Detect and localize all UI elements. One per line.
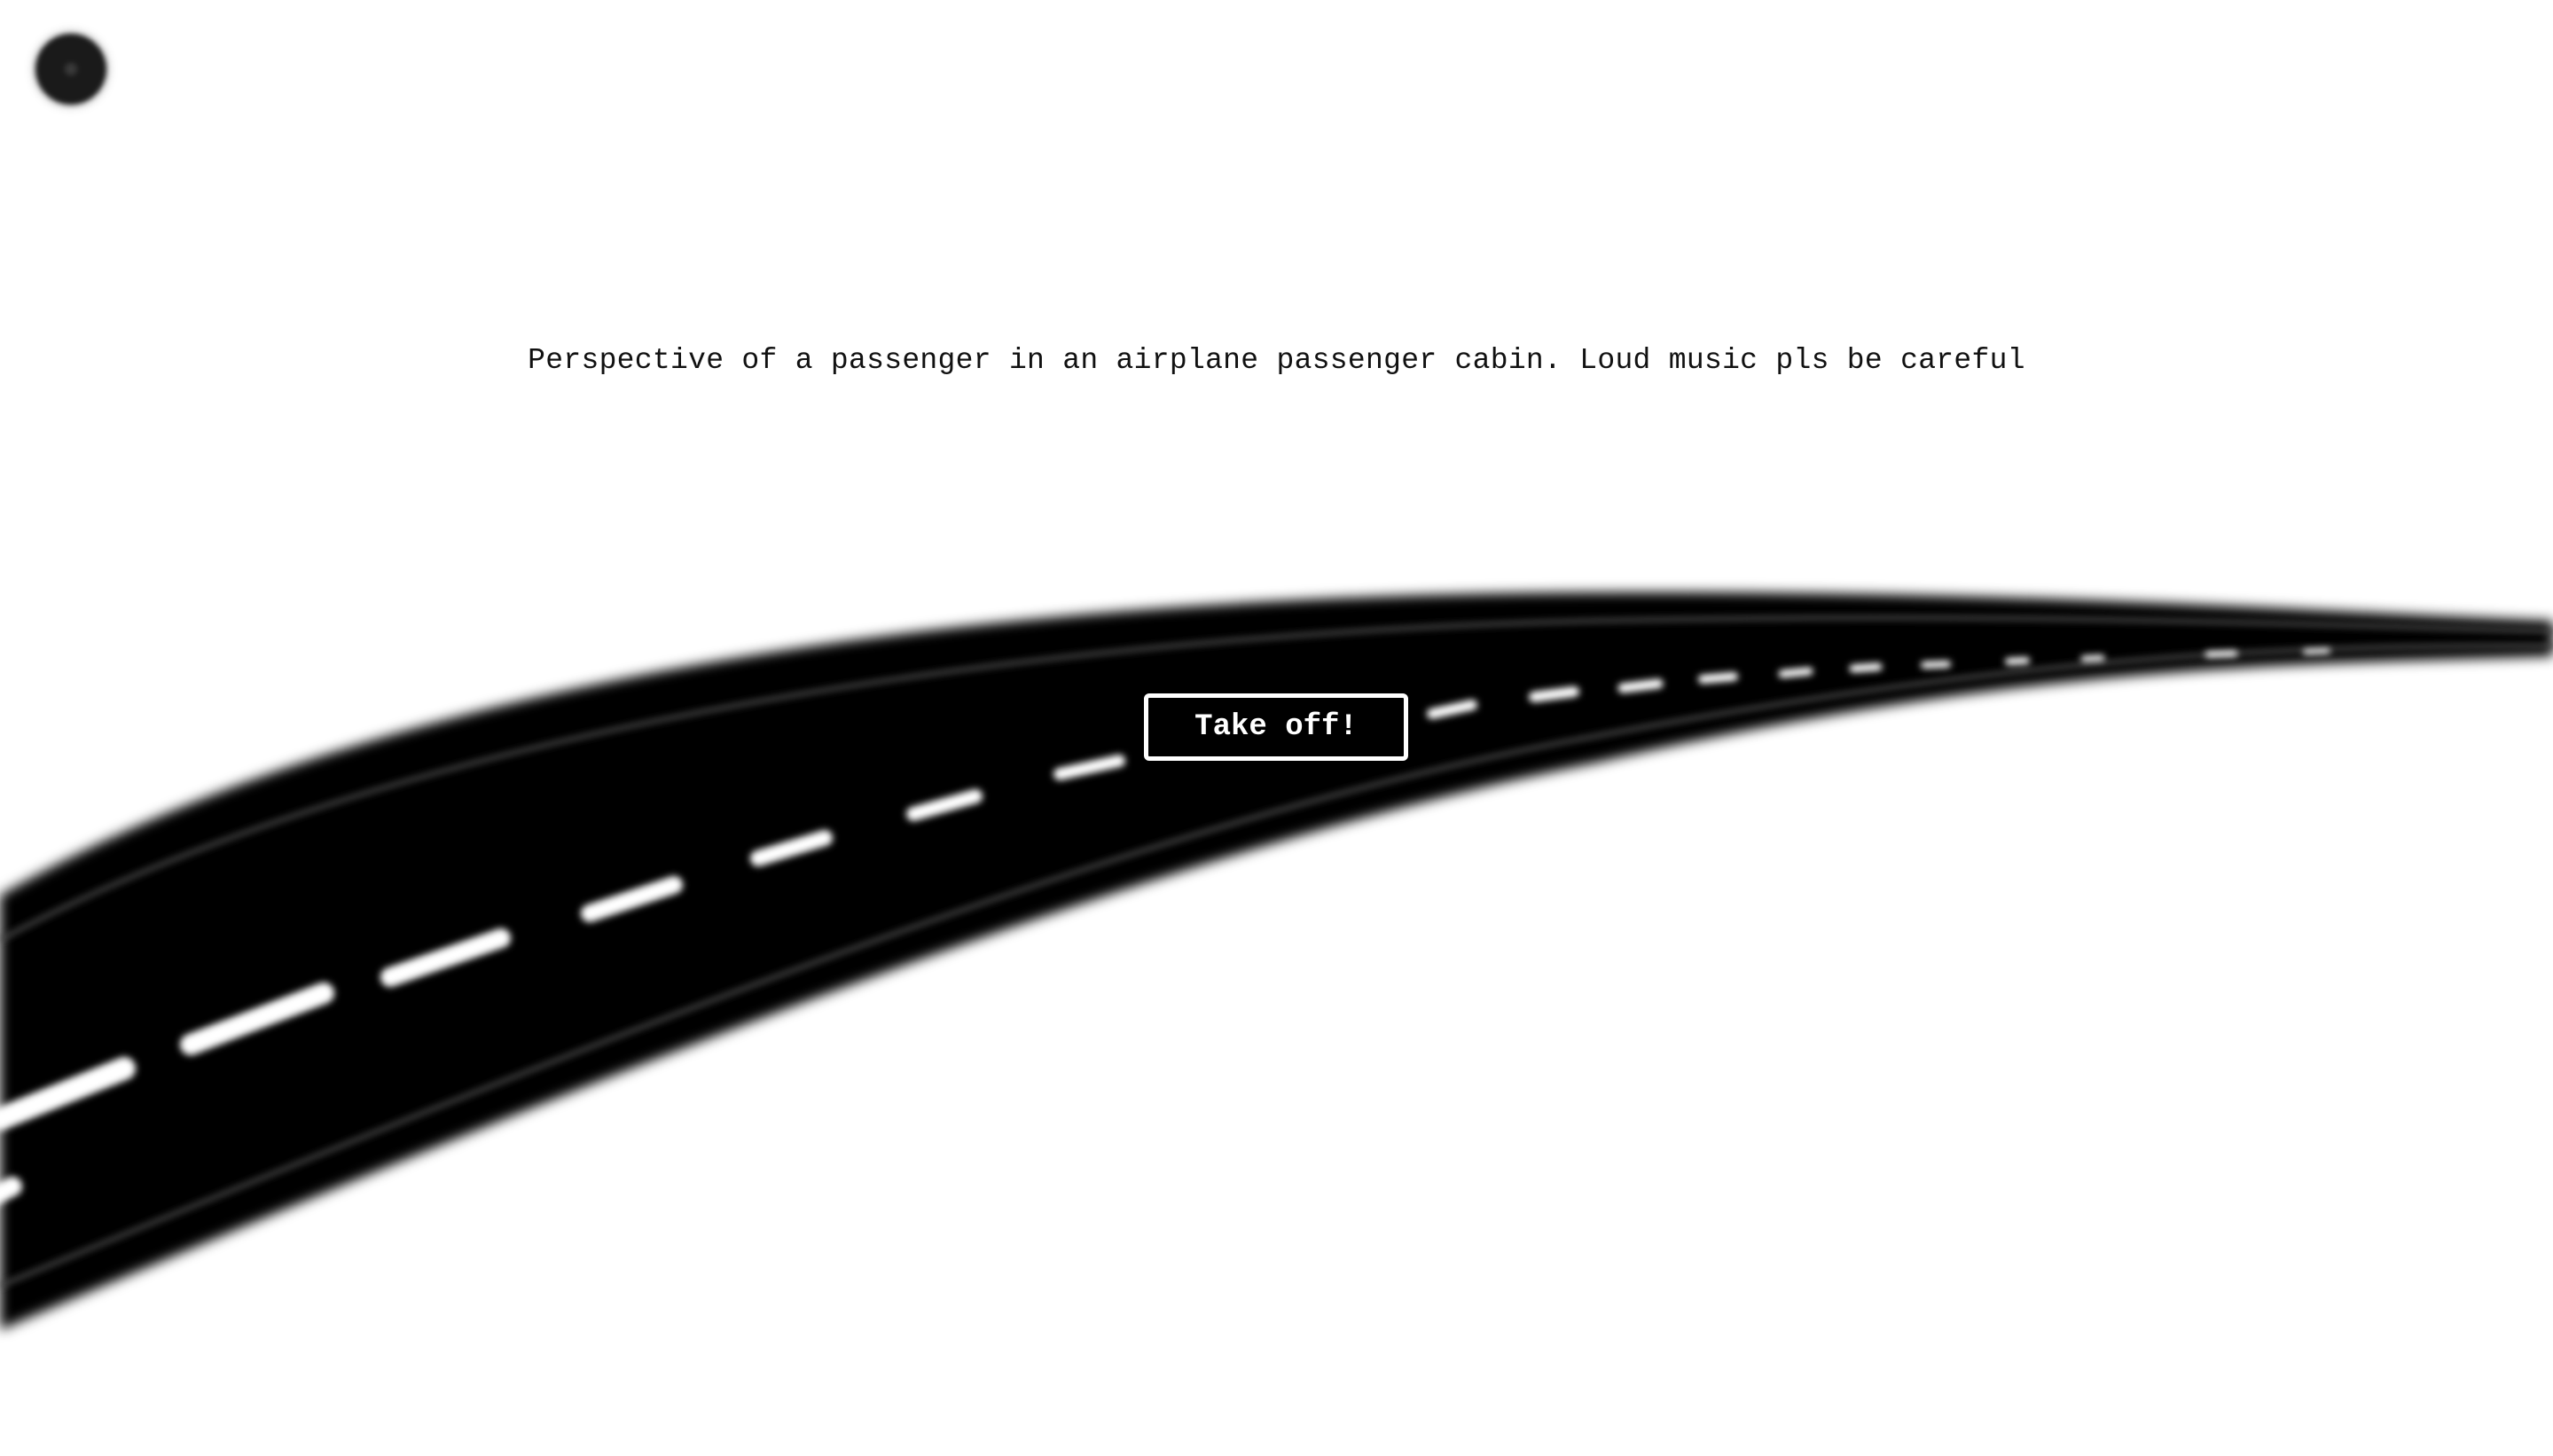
dash bbox=[1849, 662, 1883, 673]
menu-icon bbox=[65, 63, 77, 75]
dash bbox=[1698, 672, 1738, 684]
page-caption: Perspective of a passenger in an airplan… bbox=[528, 344, 2025, 377]
stage: Perspective of a passenger in an airplan… bbox=[0, 0, 2553, 1456]
dash bbox=[1921, 661, 1951, 669]
menu-button[interactable] bbox=[35, 34, 106, 105]
dash bbox=[1617, 678, 1664, 693]
dash bbox=[1778, 667, 1813, 678]
dash bbox=[0, 1177, 22, 1204]
dash bbox=[2303, 648, 2330, 654]
dash bbox=[2080, 654, 2105, 662]
dash bbox=[1529, 686, 1579, 702]
take-off-button[interactable]: Take off! bbox=[1144, 693, 1408, 761]
